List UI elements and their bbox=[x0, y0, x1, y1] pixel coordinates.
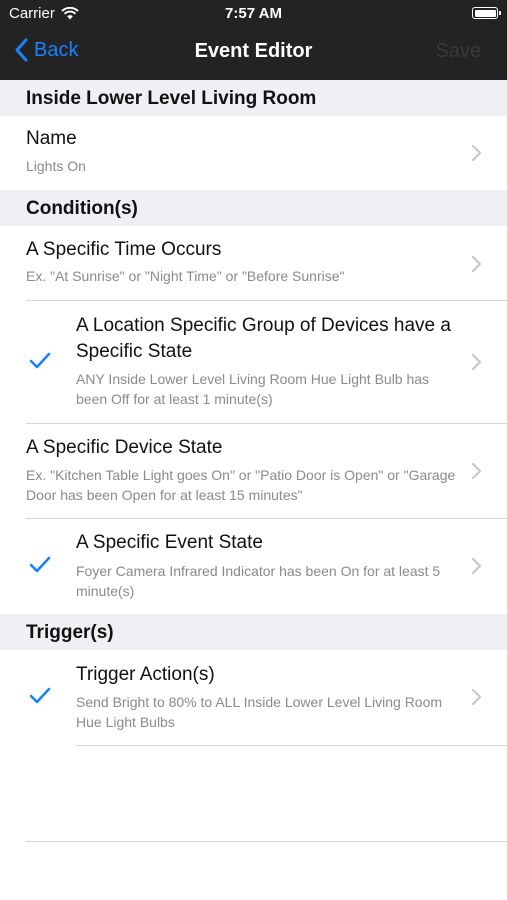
condition-title: A Location Specific Group of Devices hav… bbox=[76, 315, 451, 362]
condition-title: A Specific Event State bbox=[76, 532, 263, 553]
status-bar: Carrier 7:57 AM bbox=[0, 0, 507, 28]
condition-subtitle: Ex. "Kitchen Table Light goes On" or "Pa… bbox=[26, 467, 456, 503]
save-button[interactable]: Save bbox=[435, 40, 481, 63]
condition-row[interactable]: A Specific Device State Ex. "Kitchen Tab… bbox=[0, 424, 507, 518]
page-title: Event Editor bbox=[194, 40, 313, 62]
chevron-right-icon bbox=[471, 144, 482, 162]
chevron-right-icon bbox=[471, 255, 482, 273]
chevron-right-icon bbox=[471, 557, 482, 575]
trigger-subtitle: Send Bright to 80% to ALL Inside Lower L… bbox=[76, 694, 443, 730]
condition-title: A Specific Time Occurs bbox=[26, 239, 222, 260]
condition-row[interactable]: A Location Specific Group of Devices hav… bbox=[0, 301, 507, 423]
condition-subtitle: Ex. "At Sunrise" or "Night Time" or "Bef… bbox=[26, 268, 345, 284]
section-header-location: Inside Lower Level Living Room bbox=[0, 80, 507, 116]
name-row-title: Name bbox=[26, 128, 77, 149]
row-separator bbox=[76, 745, 507, 746]
navigation-bar: Back Event Editor Save bbox=[0, 28, 507, 80]
row-separator bbox=[26, 841, 507, 842]
chevron-right-icon bbox=[471, 462, 482, 480]
condition-subtitle: Foyer Camera Infrared Indicator has been… bbox=[76, 563, 441, 599]
name-row[interactable]: Name Lights On bbox=[0, 116, 507, 190]
condition-row[interactable]: A Specific Event State Foyer Camera Infr… bbox=[0, 519, 507, 614]
checkmark-icon bbox=[29, 556, 51, 573]
trigger-title: Trigger Action(s) bbox=[76, 664, 215, 685]
chevron-right-icon bbox=[471, 353, 482, 371]
name-row-subtitle: Lights On bbox=[26, 158, 86, 174]
trigger-row[interactable]: Trigger Action(s) Send Bright to 80% to … bbox=[0, 650, 507, 745]
section-header-conditions: Condition(s) bbox=[0, 190, 507, 226]
chevron-right-icon bbox=[471, 688, 482, 706]
condition-title: A Specific Device State bbox=[26, 437, 223, 458]
checkmark-icon bbox=[29, 352, 51, 369]
clock: 7:57 AM bbox=[225, 5, 282, 22]
checkmark-icon bbox=[29, 687, 51, 704]
top-bar: Carrier 7:57 AM Back Event Editor Save bbox=[0, 0, 507, 80]
condition-row[interactable]: A Specific Time Occurs Ex. "At Sunrise" … bbox=[0, 226, 507, 300]
section-header-triggers: Trigger(s) bbox=[0, 614, 507, 650]
battery-icon bbox=[472, 7, 501, 19]
condition-subtitle: ANY Inside Lower Level Living Room Hue L… bbox=[76, 371, 430, 407]
